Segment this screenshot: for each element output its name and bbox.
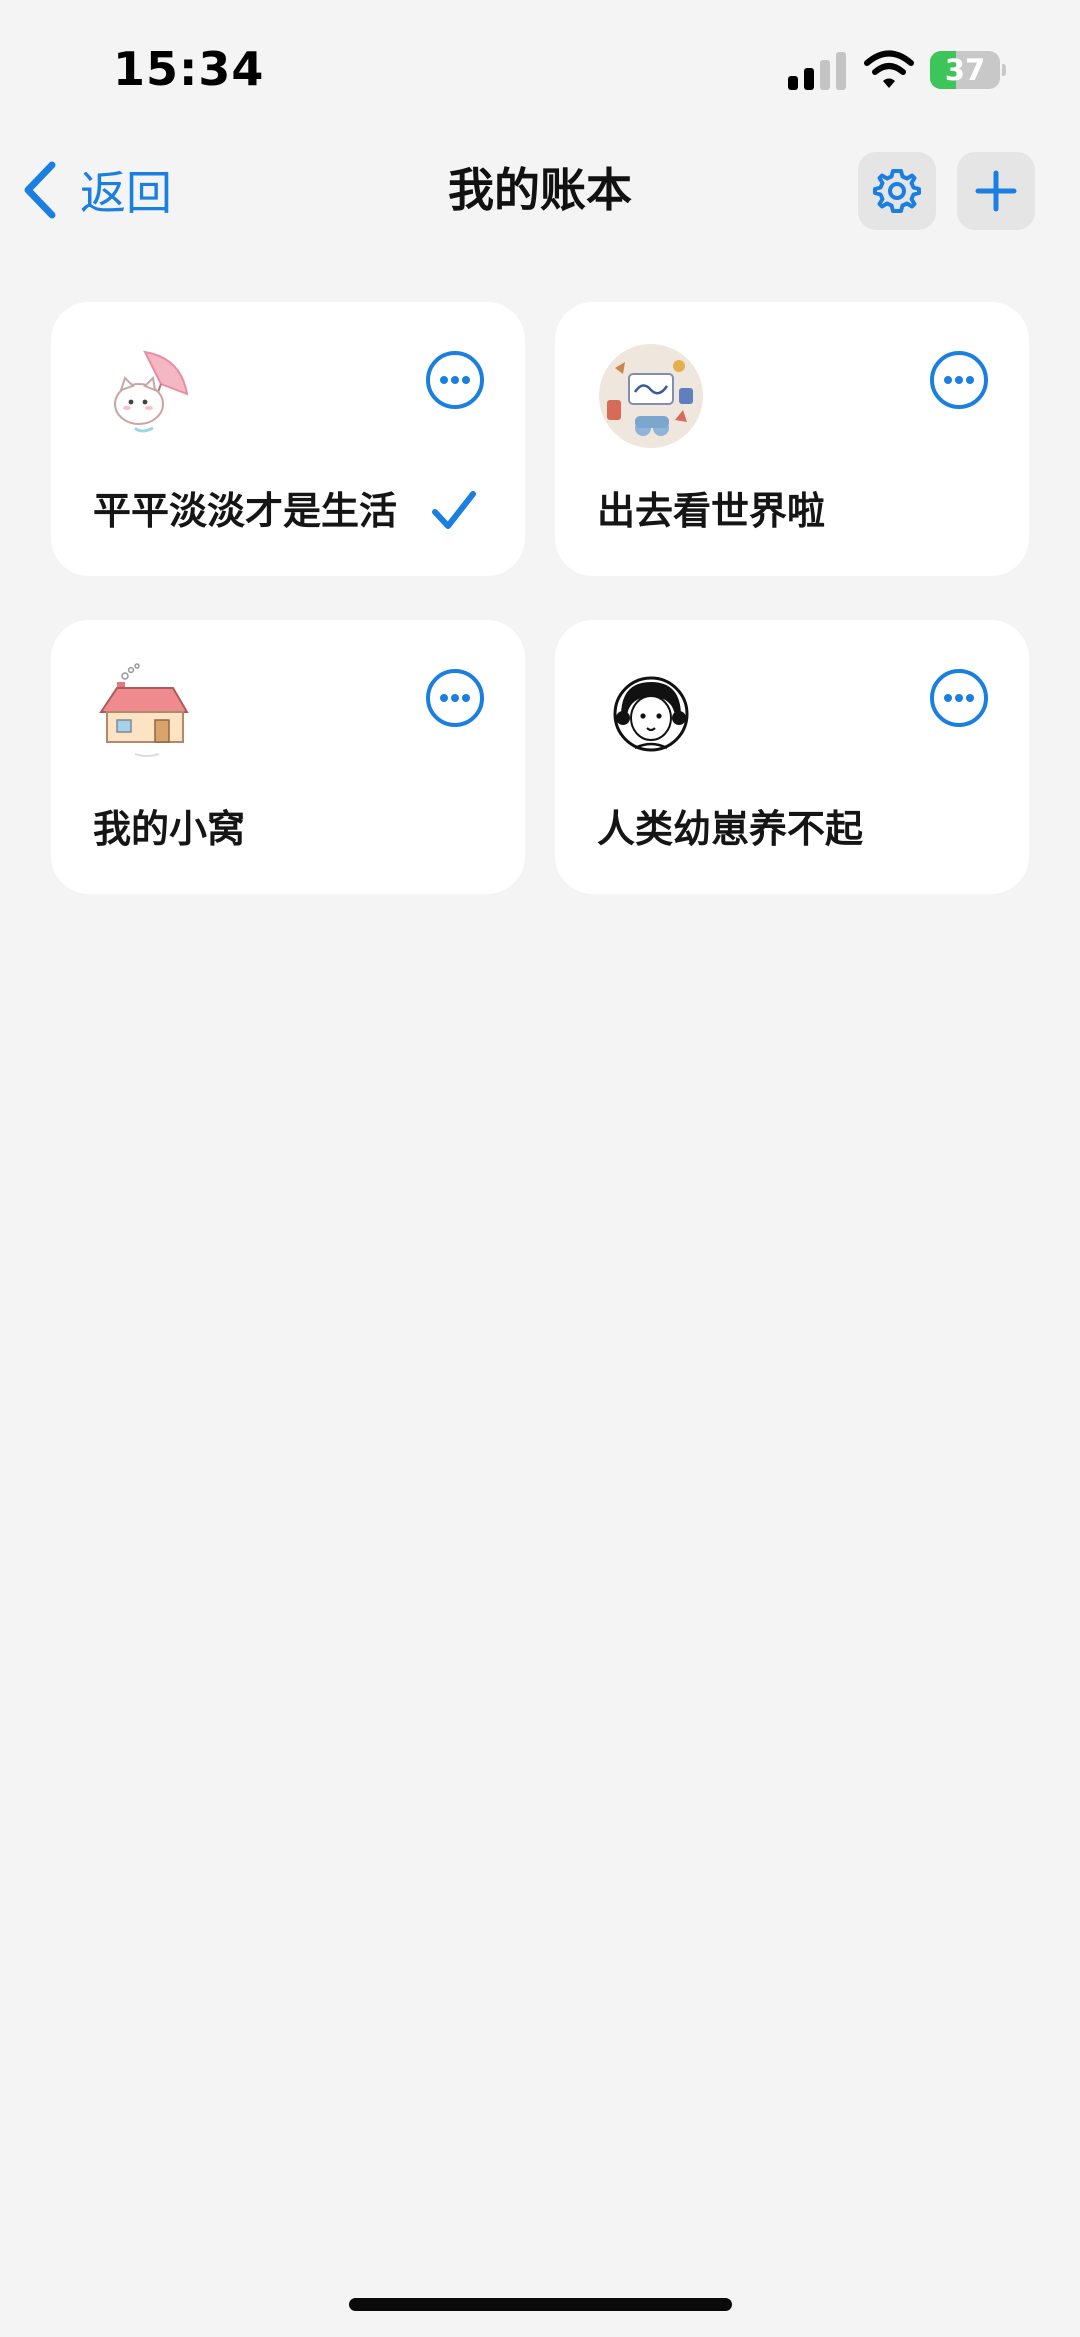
book-name: 平平淡淡才是生活: [93, 489, 398, 533]
travel-cover: [599, 344, 703, 448]
book-name: 出去看世界啦: [597, 489, 826, 533]
book-card[interactable]: 人类幼崽养不起: [555, 620, 1029, 894]
book-card[interactable]: 平平淡淡才是生活: [51, 302, 525, 576]
status-bar: 15:34 37: [0, 0, 1080, 140]
book-name: 人类幼崽养不起: [597, 807, 864, 851]
cat-umbrella-cover: [95, 344, 199, 448]
page-title: 我的账本: [448, 163, 632, 217]
more-options-icon[interactable]: [929, 668, 989, 728]
more-options-icon[interactable]: [425, 350, 485, 410]
add-book-button[interactable]: [957, 152, 1035, 230]
back-button[interactable]: 返回: [22, 160, 172, 220]
more-options-icon[interactable]: [425, 668, 485, 728]
gear-icon: [873, 169, 921, 213]
more-options-icon[interactable]: [929, 350, 989, 410]
house-cover: [95, 662, 199, 766]
chevron-left-icon: [24, 161, 56, 219]
navigation-bar: 返回 我的账本: [0, 140, 1080, 240]
wifi-icon: [864, 50, 914, 88]
plus-icon: [975, 170, 1017, 212]
settings-button[interactable]: [858, 152, 936, 230]
back-label: 返回: [80, 166, 172, 220]
checkmark-icon: [432, 491, 476, 529]
book-card[interactable]: 我的小窝: [51, 620, 525, 894]
book-card[interactable]: 出去看世界啦: [555, 302, 1029, 576]
battery-level: 37: [944, 53, 986, 87]
girl-portrait-cover: [599, 662, 703, 766]
status-time: 15:34: [113, 42, 265, 96]
book-name: 我的小窝: [93, 807, 246, 851]
battery-icon: 37: [930, 51, 1006, 89]
cellular-signal-icon: [788, 52, 846, 90]
home-indicator[interactable]: [349, 2298, 732, 2311]
